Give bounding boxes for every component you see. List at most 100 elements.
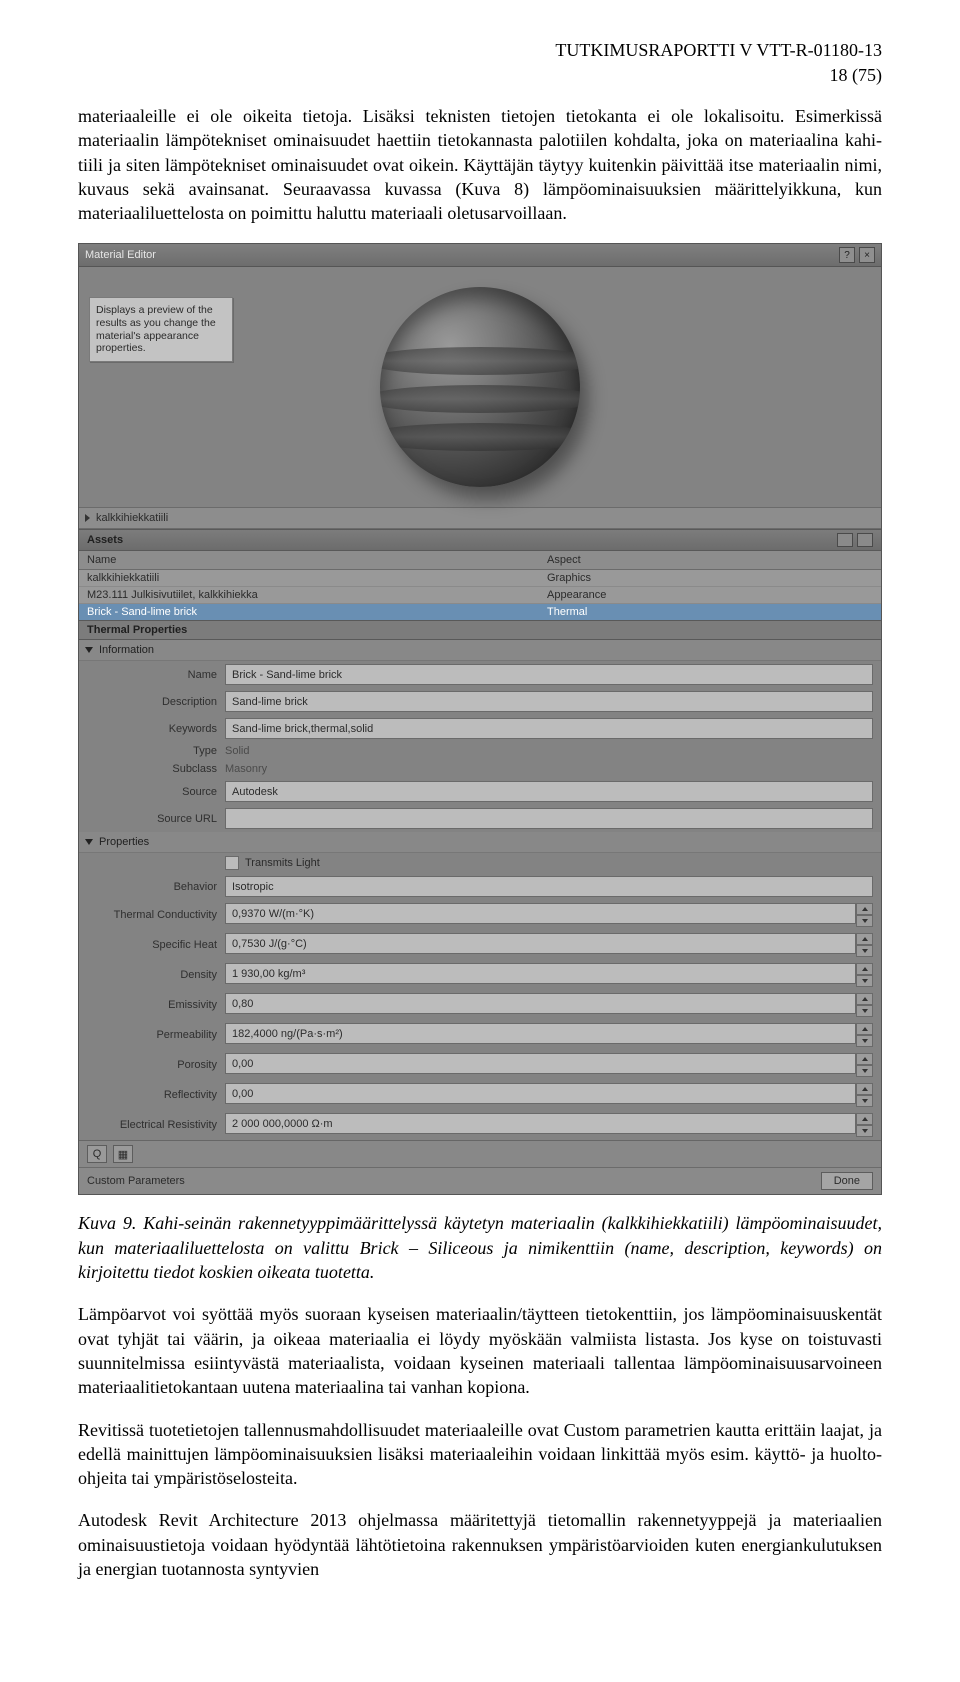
section-information-label: Information — [99, 644, 154, 656]
asset-row[interactable]: M23.111 Julkisivutiilet, kalkkihiekka Ap… — [79, 587, 881, 604]
caret-icon — [85, 514, 90, 522]
spin-up-button[interactable] — [856, 993, 873, 1005]
caption-text: Kahi-seinän rakennetyyppimäärittelyssä k… — [78, 1213, 882, 1282]
material-editor-window: Material Editor ? × Displays a preview o… — [78, 243, 882, 1195]
type-value: Solid — [225, 745, 249, 757]
subclass-label: Subclass — [87, 763, 225, 775]
density-label: Density — [87, 969, 225, 981]
section-information[interactable]: Information — [79, 640, 881, 661]
porosity-label: Porosity — [87, 1059, 225, 1071]
spin-up-button[interactable] — [856, 1083, 873, 1095]
custom-parameters-label: Custom Parameters — [87, 1175, 185, 1187]
col-name: Name — [87, 554, 547, 566]
spin-up-button[interactable] — [856, 963, 873, 975]
footer-toolbar: Q ▦ — [79, 1140, 881, 1167]
spin-down-button[interactable] — [856, 1005, 873, 1017]
spin-down-button[interactable] — [856, 975, 873, 987]
porosity-input[interactable]: 0,00 — [225, 1053, 856, 1074]
asset-aspect: Thermal — [547, 606, 873, 618]
description-label: Description — [87, 696, 225, 708]
body-paragraph-3: Revitissä tuotetietojen tallennusmahdoll… — [78, 1418, 882, 1491]
assets-columns: Name Aspect — [79, 551, 881, 570]
specific-heat-input[interactable]: 0,7530 J/(g·°C) — [225, 933, 856, 954]
thermal-properties-bar: Thermal Properties — [79, 620, 881, 640]
add-button[interactable]: Q — [87, 1145, 107, 1163]
assets-label: Assets — [87, 534, 123, 546]
spin-down-button[interactable] — [856, 945, 873, 957]
body-paragraph-2: Lämpöarvot voi syöttää myös suoraan kyse… — [78, 1302, 882, 1399]
information-form: NameBrick - Sand-lime brick DescriptionS… — [79, 661, 881, 832]
source-label: Source — [87, 786, 225, 798]
reflectivity-input[interactable]: 0,00 — [225, 1083, 856, 1104]
spin-down-button[interactable] — [856, 915, 873, 927]
reflectivity-label: Reflectivity — [87, 1089, 225, 1101]
properties-form: Transmits Light BehaviorIsotropic Therma… — [79, 853, 881, 1140]
spin-up-button[interactable] — [856, 903, 873, 915]
asset-row[interactable]: kalkkihiekkatiili Graphics — [79, 570, 881, 587]
keywords-label: Keywords — [87, 723, 225, 735]
caption-number: Kuva 9. — [78, 1213, 136, 1233]
grid-button[interactable]: ▦ — [113, 1145, 133, 1163]
description-input[interactable]: Sand-lime brick — [225, 691, 873, 712]
page-number: 18 (75) — [78, 65, 882, 86]
help-button[interactable]: ? — [839, 247, 855, 263]
spin-down-button[interactable] — [856, 1095, 873, 1107]
transmits-light-checkbox[interactable] — [225, 856, 239, 870]
thermal-conductivity-input[interactable]: 0,9370 W/(m·°K) — [225, 903, 856, 924]
custom-parameters-bar[interactable]: Custom Parameters Done — [79, 1167, 881, 1194]
preview-hint: Displays a preview of the results as you… — [89, 297, 233, 361]
source-url-label: Source URL — [87, 813, 225, 825]
keywords-input[interactable]: Sand-lime brick,thermal,solid — [225, 718, 873, 739]
doc-reference: TUTKIMUSRAPORTTI V VTT-R-01180-13 — [78, 40, 882, 61]
intro-paragraph: materiaaleille ei ole oikeita tietoja. L… — [78, 104, 882, 225]
behavior-label: Behavior — [87, 881, 225, 893]
material-preview: Displays a preview of the results as you… — [79, 267, 881, 507]
triangle-down-icon — [85, 839, 93, 845]
electrical-resistivity-input[interactable]: 2 000 000,0000 Ω·m — [225, 1113, 856, 1134]
close-button[interactable]: × — [859, 247, 875, 263]
permeability-label: Permeability — [87, 1029, 225, 1041]
window-title: Material Editor — [85, 249, 835, 261]
figure-caption: Kuva 9. Kahi-seinän rakennetyyppimääritt… — [78, 1211, 882, 1284]
emissivity-input[interactable]: 0,80 — [225, 993, 856, 1014]
spin-down-button[interactable] — [856, 1065, 873, 1077]
triangle-down-icon — [85, 647, 93, 653]
subclass-value: Masonry — [225, 763, 267, 775]
type-label: Type — [87, 745, 225, 757]
breadcrumb[interactable]: kalkkihiekkatiili — [79, 507, 881, 529]
spin-up-button[interactable] — [856, 1053, 873, 1065]
asset-aspect: Appearance — [547, 589, 873, 601]
titlebar[interactable]: Material Editor ? × — [79, 244, 881, 267]
list-view-icon[interactable] — [837, 533, 853, 547]
asset-name: kalkkihiekkatiili — [87, 572, 547, 584]
asset-name: Brick - Sand-lime brick — [87, 606, 547, 618]
emissivity-label: Emissivity — [87, 999, 225, 1011]
source-input[interactable]: Autodesk — [225, 781, 873, 802]
behavior-select[interactable]: Isotropic — [225, 876, 873, 897]
name-label: Name — [87, 669, 225, 681]
preview-sphere — [380, 287, 580, 487]
transmits-light-label: Transmits Light — [245, 857, 320, 869]
spin-up-button[interactable] — [856, 1113, 873, 1125]
name-input[interactable]: Brick - Sand-lime brick — [225, 664, 873, 685]
spin-up-button[interactable] — [856, 933, 873, 945]
spin-down-button[interactable] — [856, 1125, 873, 1137]
density-input[interactable]: 1 930,00 kg/m³ — [225, 963, 856, 984]
asset-row-selected[interactable]: Brick - Sand-lime brick Thermal — [79, 604, 881, 620]
section-properties[interactable]: Properties — [79, 832, 881, 853]
asset-name: M23.111 Julkisivutiilet, kalkkihiekka — [87, 589, 547, 601]
thermal-conductivity-label: Thermal Conductivity — [87, 909, 225, 921]
done-button[interactable]: Done — [821, 1172, 873, 1190]
asset-aspect: Graphics — [547, 572, 873, 584]
specific-heat-label: Specific Heat — [87, 939, 225, 951]
spin-down-button[interactable] — [856, 1035, 873, 1047]
col-aspect: Aspect — [547, 554, 873, 566]
collapse-icon[interactable] — [857, 533, 873, 547]
electrical-resistivity-label: Electrical Resistivity — [87, 1119, 225, 1131]
assets-header-bar: Assets — [79, 529, 881, 551]
section-properties-label: Properties — [99, 836, 149, 848]
permeability-input[interactable]: 182,4000 ng/(Pa·s·m²) — [225, 1023, 856, 1044]
source-url-input[interactable] — [225, 808, 873, 829]
spin-up-button[interactable] — [856, 1023, 873, 1035]
breadcrumb-label: kalkkihiekkatiili — [96, 512, 168, 524]
